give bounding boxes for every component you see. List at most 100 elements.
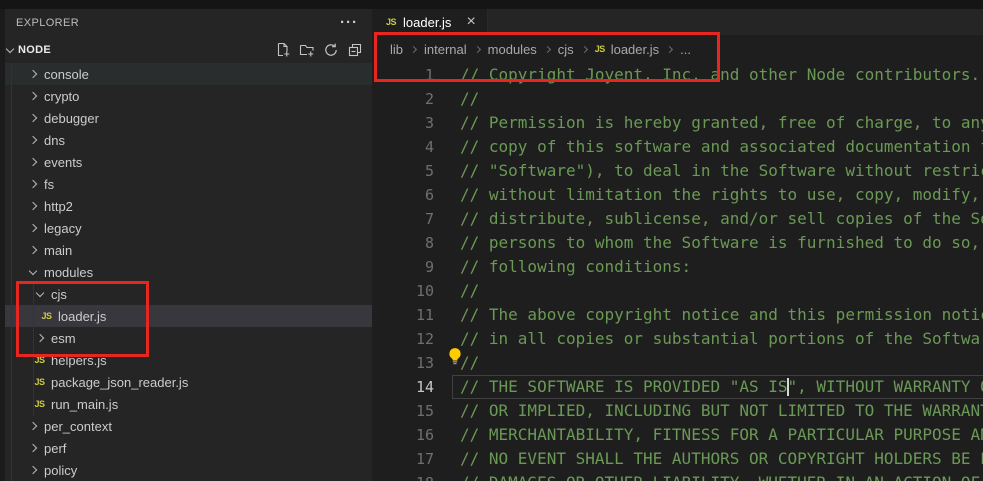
tree-item-per-context[interactable]: per_context <box>0 415 372 437</box>
breadcrumb-item[interactable]: JSloader.js <box>595 42 659 57</box>
tree-item-legacy[interactable]: legacy <box>0 217 372 239</box>
explorer-title: EXPLORER <box>16 17 79 29</box>
code-line-text[interactable]: // THE SOFTWARE IS PROVIDED "AS IS", WIT… <box>452 375 983 399</box>
tree-item-policy[interactable]: policy <box>0 459 372 481</box>
code-line[interactable]: 1// Copyright Joyent, Inc. and other Nod… <box>372 63 983 87</box>
close-tab-icon[interactable]: × <box>466 15 475 29</box>
chevron-right-icon <box>28 422 36 430</box>
tree-item-label: perf <box>44 441 66 456</box>
tree-item-events[interactable]: events <box>0 151 372 173</box>
line-number: 12 <box>372 327 434 351</box>
tree-item-perf[interactable]: perf <box>0 437 372 459</box>
line-number: 17 <box>372 447 434 471</box>
code-line-text[interactable]: // following conditions: <box>452 255 983 279</box>
tree-item-helpers-js[interactable]: JShelpers.js <box>0 349 372 371</box>
code-line[interactable]: 14 // THE SOFTWARE IS PROVIDED "AS IS", W… <box>372 375 983 399</box>
line-number: 3 <box>372 111 434 135</box>
code-line[interactable]: 3 // Permission is hereby granted, free o… <box>372 111 983 135</box>
js-file-icon: JS <box>34 377 44 387</box>
vscode-window: EXPLORER ··· NODE <box>0 0 983 481</box>
code-line[interactable]: 2// <box>372 87 983 111</box>
new-file-icon[interactable] <box>275 42 291 58</box>
code-line-text[interactable]: // OR IMPLIED, INCLUDING BUT NOT LIMITED… <box>452 399 983 423</box>
breadcrumb-item[interactable]: ... <box>680 42 691 57</box>
code-line[interactable]: 11// The above copyright notice and this… <box>372 303 983 327</box>
breadcrumb-item-label: loader.js <box>611 42 659 57</box>
explorer-header: EXPLORER ··· <box>0 9 372 37</box>
refresh-icon[interactable] <box>323 42 339 58</box>
code-line[interactable]: 16 // MERCHANTABILITY, FITNESS FOR A PART… <box>372 423 983 447</box>
chevron-down-icon <box>6 44 14 52</box>
tree-item-label: run_main.js <box>51 397 118 412</box>
breadcrumb-item[interactable]: lib <box>390 42 403 57</box>
code-line-text[interactable]: // "Software"), to deal in the Software … <box>452 159 983 183</box>
breadcrumb-separator-icon <box>410 45 417 52</box>
code-line-text[interactable]: // without limitation the rights to use,… <box>452 183 983 207</box>
code-line-text[interactable]: // Permission is hereby granted, free of… <box>452 111 983 135</box>
code-line-text[interactable]: // persons to whom the Software is furni… <box>452 231 983 255</box>
tree-item-esm[interactable]: esm <box>0 327 372 349</box>
tree-item-fs[interactable]: fs <box>0 173 372 195</box>
code-line-text[interactable]: // The above copyright notice and this p… <box>452 303 983 327</box>
lightbulb-icon[interactable] <box>446 347 464 370</box>
code-line-text[interactable]: // distribute, sublicense, and/or sell c… <box>452 207 983 231</box>
chevron-right-icon <box>28 466 36 474</box>
tree-item-run-main-js[interactable]: JSrun_main.js <box>0 393 372 415</box>
code-line[interactable]: 9// following conditions: <box>372 255 983 279</box>
tree-item-loader-js[interactable]: JSloader.js <box>0 305 372 327</box>
tree-item-slot <box>24 271 41 274</box>
chevron-right-icon <box>28 224 36 232</box>
tree-item-main[interactable]: main <box>0 239 372 261</box>
code-line[interactable]: 4// copy of this software and associated… <box>372 135 983 159</box>
indent-guide <box>11 63 12 481</box>
editor: JS loader.js × lib internal modules cjs JSlo… <box>372 9 983 481</box>
breadcrumb-item[interactable]: internal <box>424 42 467 57</box>
breadcrumb-item[interactable]: cjs <box>558 42 574 57</box>
breadcrumb-item[interactable]: modules <box>488 42 537 57</box>
code-line-text[interactable]: // <box>452 87 983 111</box>
line-number: 16 <box>372 423 434 447</box>
code-line[interactable]: 17 // NO EVENT SHALL THE AUTHORS OR COPYR… <box>372 447 983 471</box>
code-line[interactable]: 6// without limitation the rights to use… <box>372 183 983 207</box>
code-line[interactable]: 18 // DAMAGES OR OTHER LIABILITY, WHETHER… <box>372 471 983 481</box>
line-number: 14 <box>372 375 434 399</box>
tab-loader-js[interactable]: JS loader.js × <box>372 9 488 35</box>
code-line-text[interactable]: // copy of this software and associated … <box>452 135 983 159</box>
tree-item-package-json-reader-js[interactable]: JSpackage_json_reader.js <box>0 371 372 393</box>
code-line-text[interactable]: // NO EVENT SHALL THE AUTHORS OR COPYRIG… <box>452 447 983 471</box>
node-section-header[interactable]: NODE <box>0 37 372 63</box>
tree-item-cjs[interactable]: cjs <box>0 283 372 305</box>
collapse-all-icon[interactable] <box>347 42 363 58</box>
code-line-text[interactable]: // Copyright Joyent, Inc. and other Node… <box>452 63 983 87</box>
code-line[interactable]: 5// "Software"), to deal in the Software… <box>372 159 983 183</box>
tree-item-crypto[interactable]: crypto <box>0 85 372 107</box>
tree-item-dns[interactable]: dns <box>0 129 372 151</box>
code-line-text[interactable]: // in all copies or substantial portions… <box>452 327 983 351</box>
tree-item-slot <box>24 137 41 143</box>
more-actions-icon[interactable]: ··· <box>340 18 358 28</box>
section-actions <box>275 42 372 58</box>
tree-item-label: per_context <box>44 419 112 434</box>
tree-item-modules[interactable]: modules <box>0 261 372 283</box>
line-number: 18 <box>372 471 434 481</box>
code-line[interactable]: 10// <box>372 279 983 303</box>
code-line-text[interactable]: // DAMAGES OR OTHER LIABILITY, WHETHER I… <box>452 471 983 481</box>
tab-label: loader.js <box>403 15 451 30</box>
tree-item-debugger[interactable]: debugger <box>0 107 372 129</box>
code-line-text[interactable]: // <box>452 351 983 375</box>
line-number: 15 <box>372 399 434 423</box>
tree-item-slot <box>24 159 41 165</box>
tree-item-slot <box>24 115 41 121</box>
code-line[interactable]: 8// persons to whom the Software is furn… <box>372 231 983 255</box>
code-line-text[interactable]: // MERCHANTABILITY, FITNESS FOR A PARTIC… <box>452 423 983 447</box>
code-line[interactable]: 15 // OR IMPLIED, INCLUDING BUT NOT LIMIT… <box>372 399 983 423</box>
code-editor[interactable]: 1// Copyright Joyent, Inc. and other Nod… <box>372 63 983 481</box>
tree-item-http2[interactable]: http2 <box>0 195 372 217</box>
chevron-right-icon <box>28 246 36 254</box>
code-line[interactable]: 7// distribute, sublicense, and/or sell … <box>372 207 983 231</box>
tree-item-console[interactable]: console <box>0 63 372 85</box>
tree-item-label: dns <box>44 133 65 148</box>
js-file-icon: JS <box>34 355 44 365</box>
new-folder-icon[interactable] <box>299 42 315 58</box>
code-line-text[interactable]: // <box>452 279 983 303</box>
